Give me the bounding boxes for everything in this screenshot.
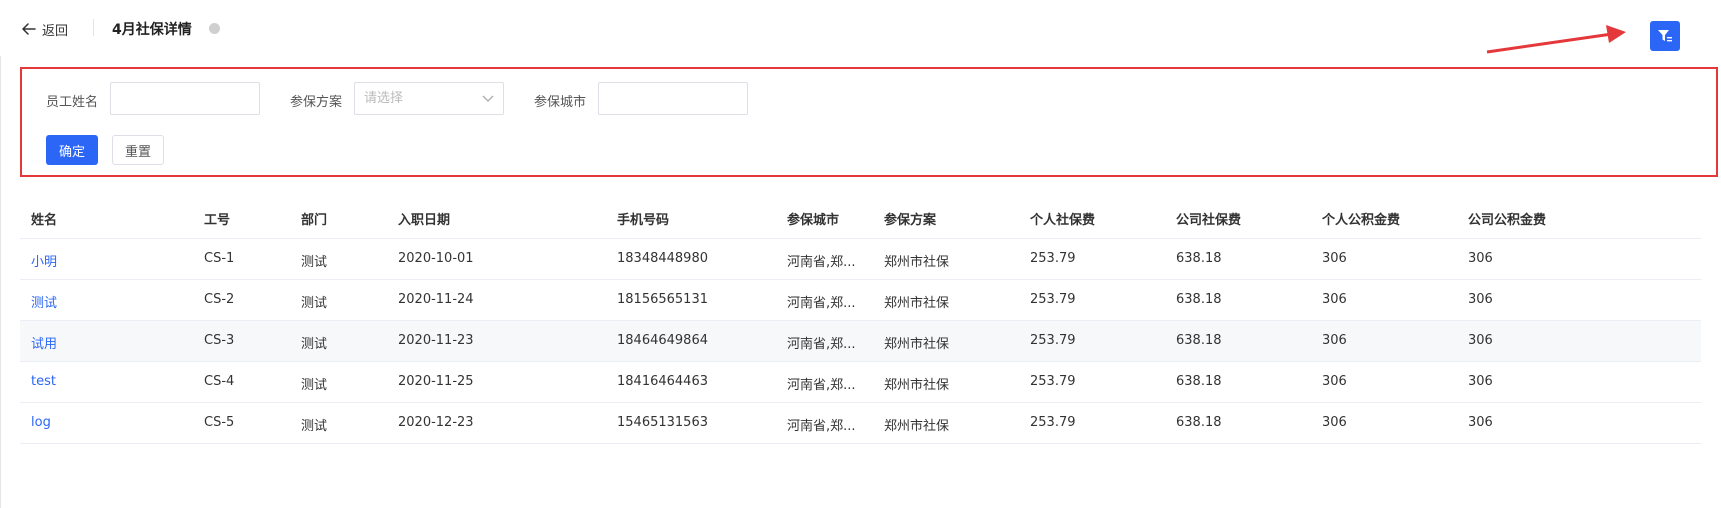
employee-name-link[interactable]: log [31,415,51,430]
column-header-phone: 手机号码 [617,213,670,228]
cell-personal-hf: 306 [1322,374,1347,389]
table-header: 姓名 工号 部门 入职日期 手机号码 参保城市 参保方案 个人社保费 公司社保费… [20,198,1701,239]
cell-phone: 18416464463 [617,374,708,389]
column-header-company-si: 公司社保费 [1176,213,1242,228]
column-header-plan: 参保方案 [884,213,937,228]
cell-id: CS-2 [204,292,235,307]
column-header-dept: 部门 [301,213,328,228]
page-header: 返回 4月社保详情 [0,0,1721,56]
cell-hire-date: 2020-11-24 [398,292,474,307]
employee-name-input[interactable] [110,82,260,115]
column-header-hire-date: 入职日期 [398,213,451,228]
cell-phone: 18348448980 [617,251,708,266]
column-header-personal-hf: 个人公积金费 [1322,213,1401,228]
back-button[interactable]: 返回 [22,20,69,39]
cell-id: CS-4 [204,374,235,389]
cell-city: 河南省,郑... [787,255,856,270]
cell-plan: 郑州市社保 [884,337,950,352]
insurance-plan-select[interactable]: 请选择 [354,82,504,115]
cell-company-hf: 306 [1468,292,1493,307]
chevron-down-icon [482,95,494,102]
insurance-city-input[interactable] [598,82,748,115]
cell-company-hf: 306 [1468,415,1493,430]
employee-name-link[interactable]: test [31,374,56,389]
cell-city: 河南省,郑... [787,337,856,352]
cell-company-si: 638.18 [1176,415,1222,430]
cell-dept: 测试 [301,378,328,393]
cell-plan: 郑州市社保 [884,419,950,434]
arrow-left-icon [22,23,36,35]
cell-company-si: 638.18 [1176,333,1222,348]
cell-personal-hf: 306 [1322,333,1347,348]
employee-name-link[interactable]: 测试 [31,292,57,311]
table-row[interactable]: log CS-5 测试 2020-12-23 15465131563 河南省,郑… [20,403,1701,444]
cell-plan: 郑州市社保 [884,296,950,311]
page-title: 4月社保详情 [112,22,192,38]
cell-dept: 测试 [301,419,328,434]
column-header-city: 参保城市 [787,213,840,228]
status-dot [209,23,220,34]
cell-hire-date: 2020-12-23 [398,415,474,430]
insurance-city-label: 参保城市 [534,95,587,110]
cell-plan: 郑州市社保 [884,255,950,270]
plan-placeholder: 请选择 [364,91,404,106]
column-header-id: 工号 [204,213,231,228]
back-label: 返回 [42,23,69,39]
column-header-company-hf: 公司公积金费 [1468,213,1547,228]
table-row[interactable]: 试用 CS-3 测试 2020-11-23 18464649864 河南省,郑.… [20,321,1701,362]
cell-city: 河南省,郑... [787,296,856,311]
cell-hire-date: 2020-11-25 [398,374,474,389]
insurance-plan-label: 参保方案 [290,95,343,110]
cell-plan: 郑州市社保 [884,378,950,393]
employee-name-label: 员工姓名 [46,95,99,110]
table-row[interactable]: 测试 CS-2 测试 2020-11-24 18156565131 河南省,郑.… [20,280,1701,321]
cell-personal-si: 253.79 [1030,292,1076,307]
cell-id: CS-3 [204,333,235,348]
cell-company-si: 638.18 [1176,374,1222,389]
column-header-name: 姓名 [31,213,58,228]
cell-city: 河南省,郑... [787,378,856,393]
cell-city: 河南省,郑... [787,419,856,434]
cell-personal-si: 253.79 [1030,374,1076,389]
content-left-border [0,56,1,508]
header-divider [93,19,94,36]
cell-phone: 18464649864 [617,333,708,348]
cell-dept: 测试 [301,255,328,270]
cell-personal-hf: 306 [1322,415,1347,430]
cell-company-hf: 306 [1468,251,1493,266]
reset-button[interactable]: 重置 [112,135,164,165]
cell-phone: 15465131563 [617,415,708,430]
cell-hire-date: 2020-10-01 [398,251,474,266]
cell-dept: 测试 [301,296,328,311]
social-insurance-table: 姓名 工号 部门 入职日期 手机号码 参保城市 参保方案 个人社保费 公司社保费… [20,198,1701,444]
cell-company-si: 638.18 [1176,292,1222,307]
cell-personal-si: 253.79 [1030,415,1076,430]
cell-company-hf: 306 [1468,333,1493,348]
cell-company-si: 638.18 [1176,251,1222,266]
cell-company-hf: 306 [1468,374,1493,389]
employee-name-link[interactable]: 试用 [31,333,57,352]
column-header-personal-si: 个人社保费 [1030,213,1096,228]
filter-toggle-button[interactable] [1650,21,1680,51]
filter-icon [1658,30,1672,42]
employee-name-link[interactable]: 小明 [31,251,57,270]
cell-personal-hf: 306 [1322,292,1347,307]
filter-panel: 员工姓名 参保方案 请选择 参保城市 确定 重置 [20,67,1718,177]
cell-hire-date: 2020-11-23 [398,333,474,348]
table-row[interactable]: 小明 CS-1 测试 2020-10-01 18348448980 河南省,郑.… [20,239,1701,280]
cell-personal-si: 253.79 [1030,251,1076,266]
table-row[interactable]: test CS-4 测试 2020-11-25 18416464463 河南省,… [20,362,1701,403]
cell-personal-si: 253.79 [1030,333,1076,348]
cell-id: CS-1 [204,251,235,266]
cell-phone: 18156565131 [617,292,708,307]
cell-personal-hf: 306 [1322,251,1347,266]
confirm-button[interactable]: 确定 [46,135,98,165]
cell-id: CS-5 [204,415,235,430]
cell-dept: 测试 [301,337,328,352]
